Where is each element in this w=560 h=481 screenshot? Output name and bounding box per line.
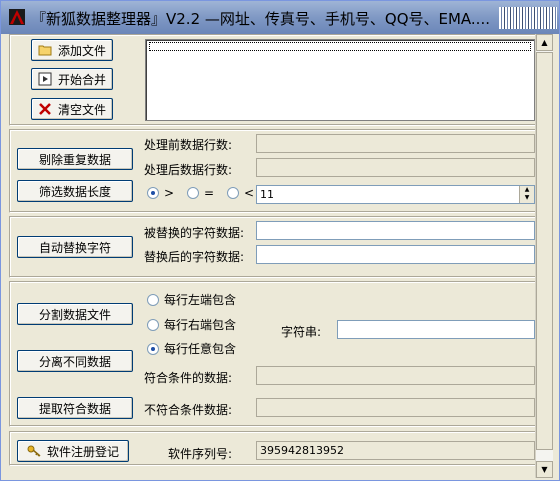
- client-area: 添加文件 开始合并 清空文件 剔除重复数据 处理前数据行数: 处理后数据行数: …: [5, 34, 539, 478]
- rows-after-field: [256, 158, 535, 177]
- app-window: 『新狐数据整理器』V2.2 —网址、传真号、手机号、QQ号、EMA.... 添加…: [0, 0, 560, 481]
- remove-duplicates-button[interactable]: 剔除重复数据: [17, 148, 133, 170]
- extract-matching-button[interactable]: 提取符合数据: [17, 397, 133, 419]
- length-equal-dot: [187, 187, 199, 199]
- mode-left-radio[interactable]: 每行左端包含: [147, 291, 236, 308]
- split-file-button[interactable]: 分割数据文件: [17, 303, 133, 325]
- start-merge-label: 开始合并: [57, 72, 106, 87]
- serial-label: 软件序列号:: [168, 447, 233, 461]
- file-list[interactable]: [145, 39, 535, 121]
- length-greater-label: >: [164, 186, 175, 200]
- split-file-label: 分割数据文件: [38, 307, 111, 322]
- add-file-label: 添加文件: [57, 43, 106, 58]
- spin-up-icon[interactable]: ▲: [520, 186, 534, 194]
- nonmatching-data-label: 不符合条件数据:: [144, 403, 233, 417]
- length-value: 11: [260, 188, 274, 201]
- length-greater-dot: [147, 187, 159, 199]
- file-list-focus: [149, 42, 531, 51]
- start-merge-button[interactable]: 开始合并: [31, 68, 113, 90]
- vertical-scrollbar[interactable]: ▲ ▼: [535, 34, 553, 478]
- register-button[interactable]: 软件注册登记: [17, 440, 129, 462]
- mode-right-dot: [147, 318, 159, 331]
- length-equal-label: =: [204, 186, 215, 200]
- replace-to-input[interactable]: [256, 245, 535, 264]
- serial-field: 395942813952: [256, 441, 535, 460]
- rows-before-label: 处理前数据行数:: [144, 138, 233, 152]
- auto-replace-button[interactable]: 自动替换字符: [17, 236, 133, 258]
- register-label: 软件注册登记: [46, 444, 119, 459]
- folder-icon: [38, 45, 52, 56]
- chevron-down-icon[interactable]: ▼: [536, 461, 553, 478]
- length-less-label: <: [244, 186, 255, 200]
- filter-length-label: 筛选数据长度: [38, 184, 111, 199]
- delete-icon: [39, 103, 51, 115]
- chevron-up-icon[interactable]: ▲: [536, 34, 553, 51]
- matching-data-field: [256, 366, 535, 385]
- title-bar[interactable]: 『新狐数据整理器』V2.2 —网址、传真号、手机号、QQ号、EMA....: [1, 1, 559, 34]
- length-spin-buttons[interactable]: ▲ ▼: [519, 186, 534, 203]
- separate-data-label: 分离不同数据: [38, 354, 111, 369]
- length-greater-radio[interactable]: >: [147, 186, 174, 200]
- matching-data-label: 符合条件的数据:: [144, 371, 233, 385]
- add-file-button[interactable]: 添加文件: [31, 39, 113, 61]
- mode-any-dot: [147, 342, 159, 355]
- remove-duplicates-label: 剔除重复数据: [38, 152, 111, 167]
- play-icon: [38, 72, 52, 86]
- clear-files-label: 清空文件: [57, 102, 106, 117]
- replace-to-label: 替换后的字符数据:: [144, 250, 245, 264]
- match-string-input[interactable]: [337, 320, 535, 339]
- mode-any-label: 每行任意包含: [164, 342, 237, 356]
- replace-from-input[interactable]: [256, 221, 535, 240]
- mode-right-label: 每行右端包含: [164, 318, 237, 332]
- extract-matching-label: 提取符合数据: [38, 401, 111, 416]
- nonmatching-data-field: [256, 398, 535, 417]
- auto-replace-label: 自动替换字符: [38, 240, 111, 255]
- length-less-radio[interactable]: <: [227, 186, 254, 200]
- replace-from-label: 被替换的字符数据:: [144, 226, 245, 240]
- scrollbar-thumb[interactable]: [536, 52, 553, 450]
- mode-left-dot: [147, 293, 159, 306]
- filter-length-button[interactable]: 筛选数据长度: [17, 180, 133, 202]
- length-value-spinner[interactable]: 11 ▲ ▼: [256, 185, 535, 204]
- match-string-label: 字符串:: [281, 325, 322, 339]
- spin-down-icon[interactable]: ▼: [520, 194, 534, 202]
- title-bar-decoration: [499, 7, 557, 29]
- mode-right-radio[interactable]: 每行右端包含: [147, 316, 236, 333]
- length-equal-radio[interactable]: =: [187, 186, 214, 200]
- window-title: 『新狐数据整理器』V2.2 —网址、传真号、手机号、QQ号、EMA....: [31, 10, 490, 28]
- mode-left-label: 每行左端包含: [164, 293, 237, 307]
- clear-files-button[interactable]: 清空文件: [31, 98, 113, 120]
- separate-data-button[interactable]: 分离不同数据: [17, 350, 133, 372]
- mode-any-radio[interactable]: 每行任意包含: [147, 340, 236, 357]
- length-less-dot: [227, 187, 239, 199]
- rows-before-field: [256, 134, 535, 153]
- key-icon: [27, 445, 41, 457]
- app-icon: [9, 9, 25, 25]
- rows-after-label: 处理后数据行数:: [144, 163, 233, 177]
